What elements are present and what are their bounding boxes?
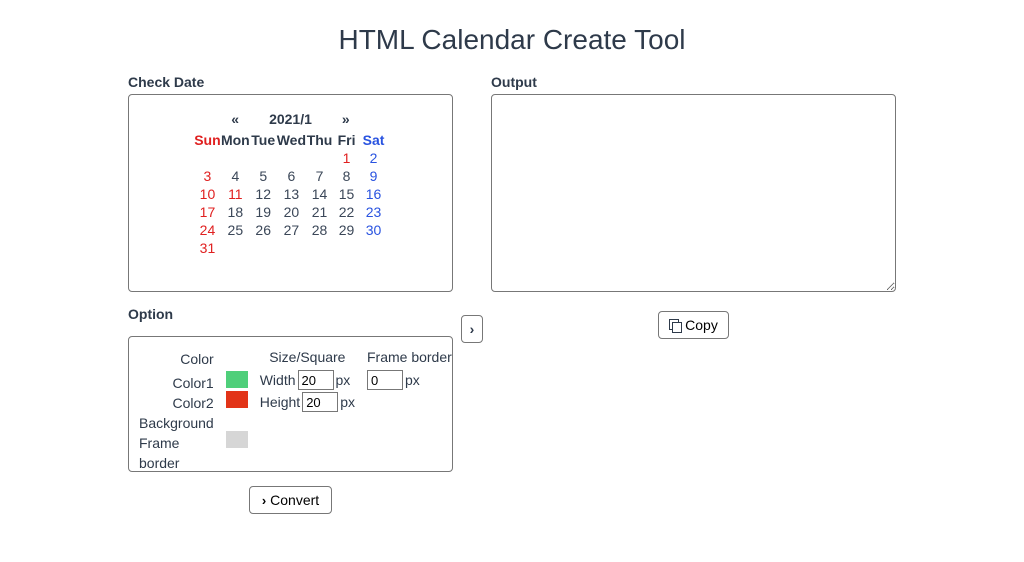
calendar-empty (333, 239, 360, 257)
width-input[interactable] (298, 370, 334, 390)
frame-border-unit: px (405, 372, 420, 388)
check-date-label: Check Date (128, 74, 453, 90)
calendar-empty (221, 239, 250, 257)
calendar-day[interactable]: 12 (250, 185, 277, 203)
calendar-day[interactable]: 14 (306, 185, 333, 203)
calendar-day[interactable]: 8 (333, 167, 360, 185)
calendar-day[interactable]: 6 (277, 167, 306, 185)
output-label: Output (491, 74, 896, 90)
calendar-day[interactable]: 26 (250, 221, 277, 239)
calendar-day[interactable]: 1 (333, 149, 360, 167)
copy-button-label: Copy (685, 317, 718, 333)
calendar-dow: Tue (250, 131, 277, 149)
calendar-dow: Wed (277, 131, 306, 149)
calendar-day[interactable]: 30 (360, 221, 387, 239)
output-textarea[interactable] (491, 94, 896, 292)
color2-swatch[interactable] (226, 391, 248, 408)
calendar-day[interactable]: 17 (194, 203, 221, 221)
option-panel: Color Color1 Color2 Background Frame bor… (128, 336, 453, 472)
calendar-day[interactable]: 5 (250, 167, 277, 185)
frame-border-input[interactable] (367, 370, 403, 390)
convert-button-label: Convert (270, 492, 319, 508)
calendar-day[interactable]: 24 (194, 221, 221, 239)
calendar-dow: Fri (333, 131, 360, 149)
calendar-empty (277, 149, 306, 167)
calendar-dow: Sun (194, 131, 221, 149)
calendar-day[interactable]: 23 (360, 203, 387, 221)
calendar-empty (306, 149, 333, 167)
calendar-empty (194, 149, 221, 167)
height-input[interactable] (302, 392, 338, 412)
calendar-empty (277, 239, 306, 257)
color1-label: Color1 (172, 373, 213, 393)
calendar-empty (250, 239, 277, 257)
frame-heading: Frame border (367, 349, 447, 365)
calendar-empty (221, 149, 250, 167)
chevron-right-icon: › (470, 321, 475, 337)
calendar-table: SunMonTueWedThuFriSat 123456789101112131… (194, 131, 387, 257)
page-title: HTML Calendar Create Tool (0, 24, 1024, 56)
calendar-dow: Sat (360, 131, 387, 149)
copy-button[interactable]: Copy (658, 311, 729, 339)
calendar-day[interactable]: 7 (306, 167, 333, 185)
calendar-day[interactable]: 22 (333, 203, 360, 221)
calendar-day[interactable]: 20 (277, 203, 306, 221)
width-label: Width (260, 372, 296, 388)
background-swatch[interactable] (226, 411, 248, 428)
calendar-day[interactable]: 13 (277, 185, 306, 203)
calendar-dow: Thu (306, 131, 333, 149)
calendar-month: 2021/1 (269, 111, 312, 127)
calendar-day[interactable]: 11 (221, 185, 250, 203)
color2-label: Color2 (172, 393, 213, 413)
calendar-empty (360, 239, 387, 257)
calendar-day[interactable]: 19 (250, 203, 277, 221)
convert-button[interactable]: › Convert (249, 486, 332, 514)
calendar-day[interactable]: 9 (360, 167, 387, 185)
calendar-day[interactable]: 25 (221, 221, 250, 239)
calendar-empty (250, 149, 277, 167)
frame-border-label: Frame border (139, 433, 214, 453)
calendar-day[interactable]: 16 (360, 185, 387, 203)
calendar-day[interactable]: 2 (360, 149, 387, 167)
calendar-day[interactable]: 3 (194, 167, 221, 185)
height-unit: px (340, 394, 355, 410)
size-heading: Size/Square (260, 349, 355, 365)
chevron-right-icon: › (262, 493, 266, 508)
calendar-day[interactable]: 28 (306, 221, 333, 239)
calendar-day[interactable]: 21 (306, 203, 333, 221)
color1-swatch[interactable] (226, 371, 248, 388)
color-heading: Color (180, 349, 213, 369)
copy-icon (669, 319, 681, 331)
calendar-day[interactable]: 15 (333, 185, 360, 203)
calendar-day[interactable]: 18 (221, 203, 250, 221)
frame-border-swatch[interactable] (226, 431, 248, 448)
prev-month-button[interactable]: « (227, 111, 243, 127)
arrow-separator[interactable]: › (461, 315, 483, 343)
next-month-button[interactable]: » (338, 111, 354, 127)
width-unit: px (336, 372, 351, 388)
background-label: Background (139, 413, 214, 433)
calendar-day[interactable]: 10 (194, 185, 221, 203)
height-label: Height (260, 394, 300, 410)
calendar-day[interactable]: 29 (333, 221, 360, 239)
calendar-day[interactable]: 31 (194, 239, 221, 257)
calendar-empty (306, 239, 333, 257)
option-label: Option (128, 306, 453, 322)
calendar-day[interactable]: 4 (221, 167, 250, 185)
calendar-dow: Mon (221, 131, 250, 149)
calendar-day[interactable]: 27 (277, 221, 306, 239)
calendar-panel: « 2021/1 » SunMonTueWedThuFriSat 1234567… (128, 94, 453, 292)
